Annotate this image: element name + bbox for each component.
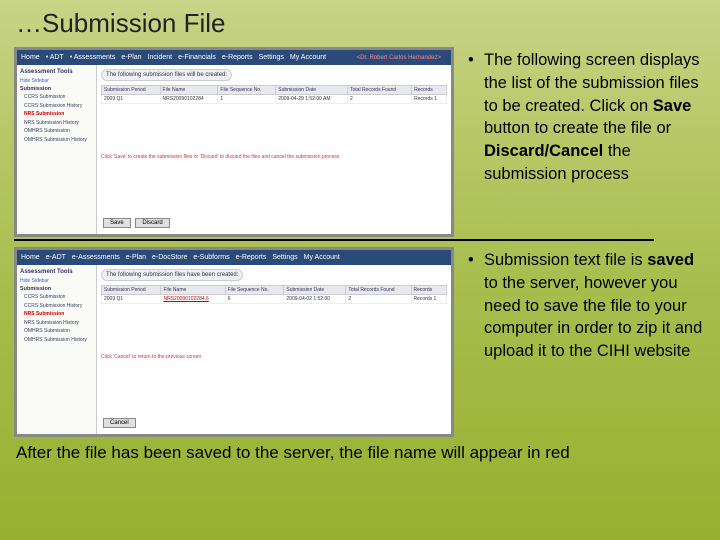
sidebar-item-active[interactable]: NRS Submission (20, 311, 93, 318)
th-period: Submission Period (102, 286, 161, 295)
th-seqno: File Sequence No. (218, 86, 276, 95)
th-period: Submission Period (102, 86, 161, 95)
td-total: 2 (348, 95, 412, 104)
td-seqno: 6 (225, 295, 284, 304)
bullet-item: Submission text file is saved to the ser… (464, 249, 706, 363)
discard-button[interactable]: Discard (135, 218, 169, 228)
nav-doc[interactable]: e-DocStore (152, 254, 187, 261)
nav-settings[interactable]: Settings (259, 54, 284, 61)
th-total: Total Records Found (348, 86, 412, 95)
sidebar-item[interactable]: CCRS Submission (20, 94, 93, 101)
th-total: Total Records Found (346, 286, 411, 295)
sidebar-section: Submission (20, 86, 93, 92)
nav-incident[interactable]: Incident (148, 54, 173, 61)
sidebar-item[interactable]: OMHRS Submission (20, 128, 93, 135)
sidebar-item[interactable]: CCRS Submission History (20, 103, 93, 110)
app-header: Home • ADT • Assessments e-Plan Incident… (17, 50, 451, 65)
app-header: Home e-ADT e-Assessments e-Plan e-DocSto… (17, 250, 451, 265)
bullet-list-1: The following screen displays the list o… (464, 47, 706, 237)
sidebar-title: Assessment Tools (20, 269, 93, 275)
sidebar-item[interactable]: OMHRS Submission (20, 328, 93, 335)
hide-sidebar-link[interactable]: Hide Sidebar (20, 78, 93, 84)
th-records: Records (411, 286, 446, 295)
current-user: <Dr. Robert Carlos Hernandez> (357, 55, 441, 61)
main-pane: The following submission files will be c… (97, 65, 451, 234)
nav-adt[interactable]: • ADT (46, 54, 64, 61)
nav-settings[interactable]: Settings (272, 254, 297, 261)
notice-banner: The following submission files have been… (101, 269, 243, 281)
nav-plan[interactable]: e-Plan (126, 254, 146, 261)
main-pane: The following submission files have been… (97, 265, 451, 434)
cancel-button[interactable]: Cancel (103, 418, 136, 428)
td-total: 2 (346, 295, 411, 304)
th-filename: File Name (161, 286, 225, 295)
td-date: 2009-04-29 1:52:00 AM (276, 95, 348, 104)
sidebar-item[interactable]: CCRS Submission History (20, 303, 93, 310)
nav-reports[interactable]: e-Reports (236, 254, 267, 261)
sidebar: Assessment Tools Hide Sidebar Submission… (17, 65, 97, 234)
notice-banner: The following submission files will be c… (101, 69, 232, 81)
nav-financials[interactable]: e-Financials (178, 54, 216, 61)
sidebar-item[interactable]: NRS Submission History (20, 120, 93, 127)
sidebar-item-active[interactable]: NRS Submission (20, 111, 93, 118)
submission-table: Submission Period File Name File Sequenc… (101, 285, 447, 304)
th-filename: File Name (160, 86, 218, 95)
td-records: Records 1 (411, 295, 446, 304)
td-seqno: 1 (218, 95, 276, 104)
nav-account[interactable]: My Account (290, 54, 326, 61)
submission-table: Submission Period File Name File Sequenc… (101, 85, 447, 104)
bullet-item: The following screen displays the list o… (464, 49, 706, 186)
sidebar-section: Submission (20, 286, 93, 292)
th-seqno: File Sequence No. (225, 286, 284, 295)
nav-account[interactable]: My Account (304, 254, 340, 261)
table-row: 2009 Q1 NRS20090102284 1 2009-04-29 1:52… (102, 95, 447, 104)
screenshot-2: Home e-ADT e-Assessments e-Plan e-DocSto… (14, 247, 454, 437)
td-date: 2009-04-02 1:52:00 (284, 295, 346, 304)
hide-sidebar-link[interactable]: Hide Sidebar (20, 278, 93, 284)
nav-assess[interactable]: e-Assessments (72, 254, 120, 261)
nav-sub[interactable]: e-Subforms (193, 254, 229, 261)
footer-text: After the file has been saved to the ser… (0, 437, 720, 469)
th-date: Submission Date (284, 286, 346, 295)
th-records: Records (412, 86, 447, 95)
th-date: Submission Date (276, 86, 348, 95)
row-2: Home e-ADT e-Assessments e-Plan e-DocSto… (0, 247, 720, 437)
saved-file-link[interactable]: NRS20090102284.6 (163, 296, 208, 302)
save-button[interactable]: Save (103, 218, 131, 228)
sidebar-item[interactable]: NRS Submission History (20, 320, 93, 327)
table-row: 2009 Q1 NRS20090102284.6 6 2009-04-02 1:… (102, 295, 447, 304)
nav-plan[interactable]: e-Plan (121, 54, 141, 61)
sidebar-item[interactable]: CCRS Submission (20, 294, 93, 301)
bullet-list-2: Submission text file is saved to the ser… (464, 247, 706, 437)
td-filename: NRS20090102284 (160, 95, 218, 104)
td-records: Records 1 (412, 95, 447, 104)
sidebar: Assessment Tools Hide Sidebar Submission… (17, 265, 97, 434)
nav-assess[interactable]: • Assessments (70, 54, 116, 61)
nav-reports[interactable]: e-Reports (222, 54, 253, 61)
screenshot-1: Home • ADT • Assessments e-Plan Incident… (14, 47, 454, 237)
sidebar-item[interactable]: OMHRS Submission History (20, 337, 93, 344)
td-period: 2009 Q1 (102, 295, 161, 304)
td-period: 2009 Q1 (102, 95, 161, 104)
nav-home[interactable]: Home (21, 254, 40, 261)
hint-text: Click 'Cancel' to return to the previous… (101, 354, 447, 360)
page-title: …Submission File (0, 0, 720, 47)
sidebar-item[interactable]: OMHRS Submission History (20, 137, 93, 144)
td-filename-saved[interactable]: NRS20090102284.6 (161, 295, 225, 304)
row-1: Home • ADT • Assessments e-Plan Incident… (0, 47, 720, 237)
nav-adt[interactable]: e-ADT (46, 254, 66, 261)
divider (14, 239, 654, 241)
nav-home[interactable]: Home (21, 54, 40, 61)
hint-text: Click 'Save' to create the submission fi… (101, 154, 447, 160)
sidebar-title: Assessment Tools (20, 69, 93, 75)
